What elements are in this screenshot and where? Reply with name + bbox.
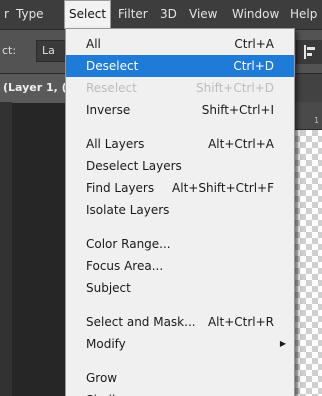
- menu-type-partial[interactable]: r: [0, 0, 13, 29]
- menu-separator: [66, 221, 294, 233]
- select-label: ct:: [2, 44, 17, 57]
- menu-item-find-layers[interactable]: Find Layers Alt+Shift+Ctrl+F: [66, 177, 294, 199]
- menu-item-label: Select and Mask...: [86, 315, 196, 329]
- menu-item-deselect[interactable]: Deselect Ctrl+D: [66, 55, 294, 77]
- menu-type[interactable]: Type: [12, 0, 48, 29]
- menu-item-select-and-mask[interactable]: Select and Mask... Alt+Ctrl+R: [66, 311, 294, 333]
- menu-filter[interactable]: Filter: [114, 0, 152, 29]
- vertical-ruler: [0, 102, 12, 396]
- menu-select[interactable]: Select: [64, 0, 112, 29]
- menu-item-shortcut: Alt+Shift+Ctrl+F: [172, 181, 274, 195]
- menu-item-label: Find Layers: [86, 181, 155, 195]
- menu-item-reselect: Reselect Shift+Ctrl+D: [66, 77, 294, 99]
- menu-item-shortcut: Alt+Ctrl+A: [208, 137, 274, 151]
- menu-item-label: Subject: [86, 281, 131, 295]
- menu-item-similar[interactable]: Similar: [66, 389, 294, 396]
- menu-item-all[interactable]: All Ctrl+A: [66, 33, 294, 55]
- menu-window[interactable]: Window: [228, 0, 283, 29]
- menu-item-label: Deselect: [86, 59, 139, 73]
- layer-select-field[interactable]: La: [36, 40, 66, 62]
- menu-item-inverse[interactable]: Inverse Shift+Ctrl+I: [66, 99, 294, 121]
- menu-item-label: Modify: [86, 337, 126, 351]
- align-icon[interactable]: [296, 40, 322, 64]
- select-dropdown-menu: All Ctrl+A Deselect Ctrl+D Reselect Shift+Ctr…: [65, 28, 295, 396]
- menu-bar: r Type Select Filter 3D View Window Help: [0, 0, 322, 29]
- menu-item-label: Color Range...: [86, 237, 171, 251]
- menu-item-label: Inverse: [86, 103, 131, 117]
- menu-separator: [66, 121, 294, 133]
- menu-3d[interactable]: 3D: [156, 0, 181, 29]
- menu-item-label: Deselect Layers: [86, 159, 182, 173]
- menu-item-modify[interactable]: Modify ▶: [66, 333, 294, 355]
- menu-item-label: All: [86, 37, 101, 51]
- menu-separator: [66, 355, 294, 367]
- document-tab[interactable]: (Layer 1, (: [0, 74, 70, 103]
- menu-item-color-range[interactable]: Color Range...: [66, 233, 294, 255]
- menu-item-grow[interactable]: Grow: [66, 367, 294, 389]
- menu-view[interactable]: View: [185, 0, 221, 29]
- menu-item-label: Isolate Layers: [86, 203, 170, 217]
- menu-item-isolate-layers[interactable]: Isolate Layers: [66, 199, 294, 221]
- menu-item-label: All Layers: [86, 137, 145, 151]
- menu-item-all-layers[interactable]: All Layers Alt+Ctrl+A: [66, 133, 294, 155]
- menu-item-focus-area[interactable]: Focus Area...: [66, 255, 294, 277]
- horizontal-ruler: 1: [294, 102, 322, 130]
- menu-item-label: Reselect: [86, 81, 137, 95]
- menu-item-shortcut: Ctrl+A: [234, 37, 274, 51]
- menu-item-label: Grow: [86, 371, 118, 385]
- transparent-canvas[interactable]: [294, 130, 322, 396]
- menu-item-shortcut: Shift+Ctrl+I: [201, 103, 274, 117]
- menu-item-shortcut: Alt+Ctrl+R: [207, 315, 274, 329]
- menu-item-shortcut: Shift+Ctrl+D: [196, 81, 274, 95]
- menu-item-label: Focus Area...: [86, 259, 164, 273]
- ruler-tick-label: 1: [314, 116, 320, 125]
- menu-separator: [66, 299, 294, 311]
- submenu-arrow-icon: ▶: [279, 339, 286, 348]
- menu-help[interactable]: Help: [286, 0, 321, 29]
- menu-item-deselect-layers[interactable]: Deselect Layers: [66, 155, 294, 177]
- menu-item-subject[interactable]: Subject: [66, 277, 294, 299]
- menu-item-shortcut: Ctrl+D: [233, 59, 274, 73]
